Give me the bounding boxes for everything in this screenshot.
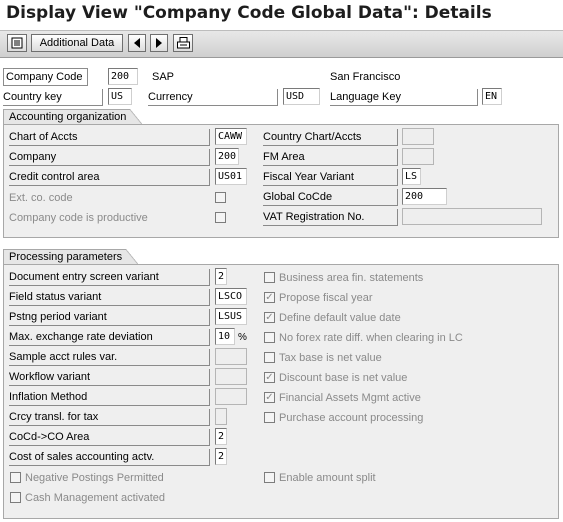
negative-postings-label: Negative Postings Permitted — [25, 472, 164, 484]
company-city: San Francisco — [330, 71, 401, 83]
no-forex-rate-diff-checkbox[interactable] — [264, 332, 275, 343]
accounting-organization-tab: Accounting organization — [3, 109, 144, 125]
overview-button[interactable] — [7, 34, 27, 52]
page-title: Display View "Company Code Global Data":… — [6, 3, 492, 23]
inflation-method-field[interactable] — [215, 388, 247, 405]
business-area-checkbox[interactable] — [264, 272, 275, 283]
processing-parameters-tab: Processing parameters — [3, 249, 140, 265]
global-cocde-field[interactable]: 200 — [402, 188, 447, 205]
fm-area-label: FM Area — [263, 149, 398, 166]
sample-acct-rules-field[interactable] — [215, 348, 247, 365]
application-toolbar: Additional Data — [0, 30, 563, 58]
arrow-left-icon — [134, 38, 140, 48]
field-status-variant-label: Field status variant — [9, 289, 210, 306]
language-key-label: Language Key — [330, 89, 478, 106]
company-productive-label: Company code is productive — [9, 212, 148, 224]
tax-base-net-checkbox[interactable] — [264, 352, 275, 363]
define-default-value-date-checkbox[interactable]: ✓ — [264, 312, 275, 323]
no-forex-rate-diff-label: No forex rate diff. when clearing in LC — [279, 332, 463, 344]
negative-postings-checkbox[interactable] — [10, 472, 21, 483]
global-cocde-label: Global CoCde — [263, 189, 398, 206]
cash-management-checkbox[interactable] — [10, 492, 21, 503]
cost-of-sales-label: Cost of sales accounting actv. — [9, 449, 210, 466]
cash-management-label: Cash Management activated — [25, 492, 166, 504]
print-icon — [176, 37, 190, 49]
field-status-variant-field[interactable]: LSCO — [215, 288, 247, 305]
max-exchange-deviation-field[interactable]: 10 — [215, 328, 235, 345]
inflation-method-label: Inflation Method — [9, 389, 210, 406]
ext-co-code-label: Ext. co. code — [9, 192, 73, 204]
workflow-variant-field[interactable] — [215, 368, 247, 385]
financial-assets-mgmt-label: Financial Assets Mgmt active — [279, 392, 421, 404]
company-productive-checkbox[interactable] — [215, 212, 226, 223]
arrow-right-icon — [156, 38, 162, 48]
previous-entry-button[interactable] — [128, 34, 146, 52]
list-icon — [11, 37, 23, 49]
chart-of-accts-label: Chart of Accts — [9, 129, 210, 146]
discount-base-net-checkbox[interactable]: ✓ — [264, 372, 275, 383]
country-key-label: Country key — [3, 89, 103, 106]
enable-amount-split-label: Enable amount split — [279, 472, 376, 484]
business-area-label: Business area fin. statements — [279, 272, 424, 284]
fiscal-year-variant-field[interactable]: LS — [402, 168, 421, 185]
tax-base-net-label: Tax base is net value — [279, 352, 382, 364]
define-default-value-date-label: Define default value date — [279, 312, 401, 324]
crcy-transl-tax-label: Crcy transl. for tax — [9, 409, 210, 426]
company-field[interactable]: 200 — [215, 148, 239, 165]
print-button[interactable] — [173, 34, 193, 52]
workflow-variant-label: Workflow variant — [9, 369, 210, 386]
currency-label: Currency — [148, 89, 278, 106]
chart-of-accts-field[interactable]: CAWW — [215, 128, 247, 145]
doc-entry-variant-field[interactable]: 2 — [215, 268, 227, 285]
posting-period-variant-field[interactable]: LSUS — [215, 308, 247, 325]
crcy-transl-tax-field[interactable] — [215, 408, 227, 425]
enable-amount-split-checkbox[interactable] — [264, 472, 275, 483]
company-name: SAP — [152, 71, 175, 83]
max-exchange-deviation-label: Max. exchange rate deviation — [9, 329, 210, 346]
next-entry-button[interactable] — [150, 34, 168, 52]
cocd-co-area-field[interactable]: 2 — [215, 428, 227, 445]
fm-area-field[interactable] — [402, 148, 434, 165]
propose-fiscal-year-checkbox[interactable]: ✓ — [264, 292, 275, 303]
doc-entry-variant-label: Document entry screen variant — [9, 269, 210, 286]
discount-base-net-label: Discount base is net value — [279, 372, 408, 384]
propose-fiscal-year-label: Propose fiscal year — [279, 292, 373, 304]
company-code-field[interactable]: 200 — [108, 68, 138, 85]
country-key-field[interactable]: US — [108, 88, 132, 105]
cost-of-sales-field[interactable]: 2 — [215, 448, 227, 465]
fiscal-year-variant-label: Fiscal Year Variant — [263, 169, 398, 186]
language-key-field[interactable]: EN — [482, 88, 502, 105]
percent-unit: % — [238, 332, 247, 343]
ext-co-code-checkbox[interactable] — [215, 192, 226, 203]
vat-registration-field[interactable] — [402, 208, 542, 225]
additional-data-button[interactable]: Additional Data — [31, 34, 123, 52]
credit-control-area-label: Credit control area — [9, 169, 210, 186]
company-label: Company — [9, 149, 210, 166]
financial-assets-mgmt-checkbox[interactable]: ✓ — [264, 392, 275, 403]
vat-registration-label: VAT Registration No. — [263, 209, 398, 226]
purchase-account-processing-checkbox[interactable] — [264, 412, 275, 423]
purchase-account-processing-label: Purchase account processing — [279, 412, 424, 424]
company-code-label: Company Code — [3, 68, 88, 86]
currency-field[interactable]: USD — [283, 88, 320, 105]
country-chart-field[interactable] — [402, 128, 434, 145]
sample-acct-rules-label: Sample acct rules var. — [9, 349, 210, 366]
credit-control-area-field[interactable]: US01 — [215, 168, 247, 185]
cocd-co-area-label: CoCd->CO Area — [9, 429, 210, 446]
posting-period-variant-label: Pstng period variant — [9, 309, 210, 326]
country-chart-label: Country Chart/Accts — [263, 129, 398, 146]
